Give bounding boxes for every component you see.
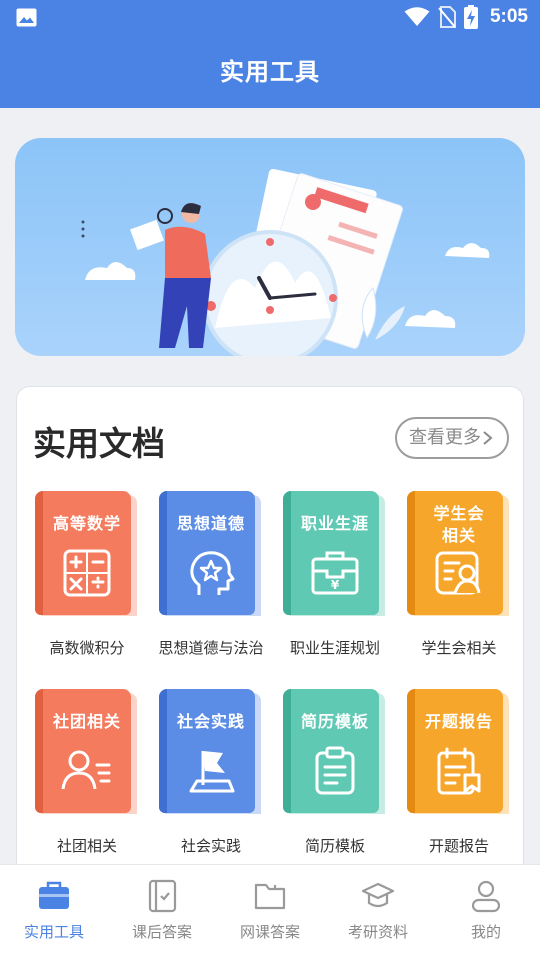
book-cover: 高等数学 — [35, 491, 139, 626]
wifi-icon — [404, 7, 430, 26]
doc-caption: 高数微积分 — [49, 639, 125, 657]
nav-tab-profile[interactable]: 我的 — [432, 865, 540, 960]
briefcase-icon: ¥ — [311, 551, 359, 595]
book-cover: 社团相关 — [35, 689, 139, 824]
doc-item-career-planning[interactable]: 职业生涯 ¥ 职业生涯规划 — [273, 491, 397, 659]
doc-item-social-practice[interactable]: 社会实践 社会实践 — [149, 689, 273, 857]
notebook-icon — [148, 879, 177, 913]
nav-tab-grad-exam-materials[interactable]: 考研资料 — [324, 865, 432, 960]
user-list-icon — [61, 750, 111, 790]
page-title: 实用工具 — [220, 58, 320, 86]
book-cover: 学生会 相关 — [407, 491, 511, 626]
clipboard-icon — [315, 746, 355, 795]
nav-label: 课后答案 — [131, 923, 192, 941]
doc-item-student-union[interactable]: 学生会 相关 学生会相关 — [397, 491, 521, 659]
doc-item-clubs[interactable]: 社团相关 社团相关 — [25, 689, 149, 857]
battery-charging-icon — [463, 5, 478, 29]
nav-label: 我的 — [470, 923, 501, 941]
cover-title: 思想道德 — [176, 514, 245, 533]
doc-caption: 开题报告 — [428, 837, 489, 855]
documents-section: 实用文档 查看更多 高等数学 高数微积分 思想道德 思想道德与法治 职业生涯 ¥… — [16, 386, 524, 886]
nav-tab-online-course-answers[interactable]: 网课答案 — [216, 865, 324, 960]
app-header: 实用工具 — [0, 36, 540, 108]
cover-title: 简历模板 — [300, 712, 369, 731]
no-sim-icon — [438, 6, 456, 28]
view-more-button[interactable]: 查看更多 — [395, 417, 509, 459]
view-more-label: 查看更多 — [409, 427, 481, 448]
graduation-cap-icon — [361, 882, 395, 908]
section-title: 实用文档 — [33, 424, 165, 463]
svg-text:¥: ¥ — [331, 578, 340, 592]
book-cover: 简历模板 — [283, 689, 387, 824]
banner[interactable] — [15, 138, 525, 356]
book-cover: 思想道德 — [159, 491, 263, 626]
doc-caption: 职业生涯规划 — [289, 639, 380, 657]
book-cover: 社会实践 — [159, 689, 263, 824]
nav-label: 网课答案 — [239, 923, 300, 941]
id-card-icon — [435, 551, 481, 595]
status-icons: 5:05 — [404, 5, 528, 29]
folder-icon — [254, 883, 286, 910]
user-icon — [471, 880, 501, 913]
nav-label: 实用工具 — [23, 923, 84, 941]
doc-item-ideology-morality[interactable]: 思想道德 思想道德与法治 — [149, 491, 273, 659]
nav-label: 考研资料 — [347, 923, 408, 941]
calculator-icon — [63, 549, 111, 597]
head-star-icon — [190, 551, 235, 595]
bottom-navigation: 实用工具 课后答案 网课答案 考研资料 我的 — [0, 864, 540, 960]
doc-caption: 学生会相关 — [421, 639, 497, 657]
toolbox-icon — [39, 881, 69, 909]
status-bar: 5:05 — [0, 0, 540, 36]
cover-title: 高等数学 — [52, 514, 121, 533]
book-cover: 职业生涯 ¥ — [283, 491, 387, 626]
doc-item-resume-templates[interactable]: 简历模板 简历模板 — [273, 689, 397, 857]
cover-title: 社团相关 — [52, 712, 121, 731]
cover-title: 学生会 相关 — [433, 504, 485, 545]
nav-tab-tools[interactable]: 实用工具 — [0, 865, 108, 960]
nav-tab-homework-answers[interactable]: 课后答案 — [108, 865, 216, 960]
doc-item-advanced-math[interactable]: 高等数学 高数微积分 — [25, 491, 149, 659]
cover-title: 开题报告 — [424, 712, 493, 731]
report-icon — [437, 747, 481, 795]
doc-item-thesis-proposal[interactable]: 开题报告 开题报告 — [397, 689, 521, 857]
doc-caption: 社团相关 — [56, 837, 117, 855]
cover-title: 职业生涯 — [300, 514, 369, 533]
doc-caption: 简历模板 — [304, 837, 365, 855]
image-notification-icon — [16, 8, 37, 27]
doc-caption: 社会实践 — [180, 837, 241, 855]
document-grid: 高等数学 高数微积分 思想道德 思想道德与法治 职业生涯 ¥ 职业生涯规划 学生… — [17, 491, 525, 857]
cover-title: 社会实践 — [176, 712, 245, 731]
book-cover: 开题报告 — [407, 689, 511, 824]
doc-caption: 思想道德与法治 — [158, 639, 264, 657]
chevron-right-icon — [483, 431, 493, 445]
banner-illustration — [81, 168, 490, 356]
flag-icon — [189, 751, 235, 793]
clock: 5:05 — [489, 6, 528, 27]
